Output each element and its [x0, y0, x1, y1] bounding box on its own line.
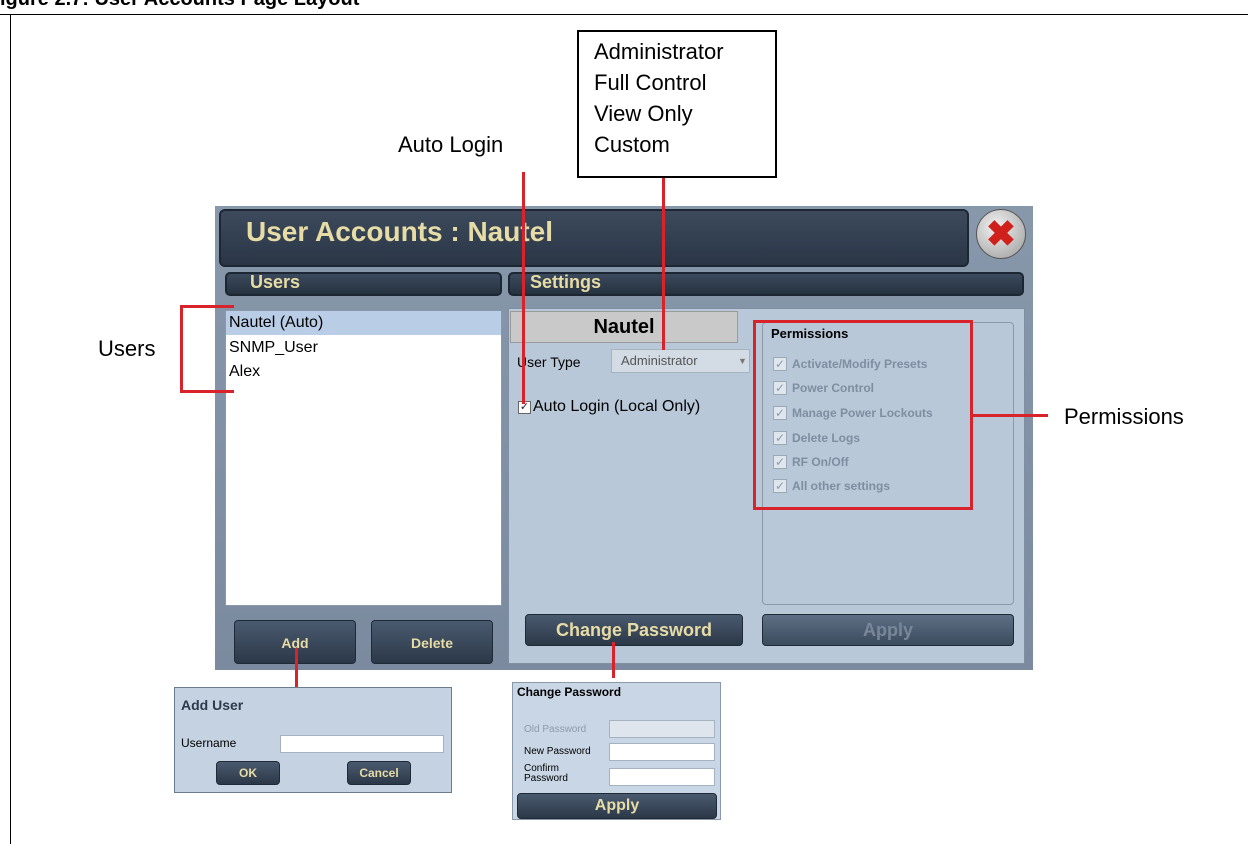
users-bracket-vertical: [180, 305, 183, 393]
old-password-input[interactable]: [609, 720, 715, 738]
users-callout: Users: [98, 336, 156, 361]
figure-title: igure 2.7: User Accounts Page Layout: [0, 0, 359, 11]
change-password-callout-line: [612, 642, 615, 678]
auto-login-callout-line: [522, 172, 525, 404]
new-password-label: New Password: [524, 746, 591, 757]
selected-user-name: Nautel: [510, 311, 738, 343]
add-user-dialog-title: Add User: [181, 697, 244, 713]
confirm-password-input[interactable]: [609, 768, 715, 786]
auto-login-callout: Auto Login: [398, 132, 504, 157]
auto-login-label: Auto Login (Local Only): [533, 398, 701, 415]
close-icon[interactable]: ✖: [976, 209, 1026, 259]
old-password-label: Old Password: [524, 724, 587, 735]
user-list-item[interactable]: SNMP_User: [226, 336, 501, 360]
page-frame-left: [10, 14, 11, 844]
permissions-callout-line: [973, 414, 1048, 417]
users-bracket-top: [180, 305, 234, 308]
username-input[interactable]: [280, 735, 444, 753]
users-bracket-bottom: [180, 390, 234, 393]
delete-user-button[interactable]: Delete: [371, 620, 493, 664]
page-frame-top: [0, 14, 1248, 15]
users-header: Users: [250, 272, 301, 292]
user-type-label: User Type: [517, 354, 581, 370]
change-password-button[interactable]: Change Password: [525, 614, 743, 646]
new-password-input[interactable]: [609, 743, 715, 761]
change-password-apply-button[interactable]: Apply: [517, 793, 717, 819]
settings-header: Settings: [530, 272, 602, 292]
confirm-password-label: Confirm Password: [524, 763, 568, 784]
change-password-dialog-title: Change Password: [517, 685, 622, 699]
user-list-item-selected[interactable]: Nautel (Auto): [226, 311, 501, 335]
username-label: Username: [181, 736, 237, 750]
user-type-callout-line: [662, 178, 665, 350]
window-title: User Accounts : Nautel: [246, 216, 554, 247]
permissions-callout: Permissions: [1064, 404, 1184, 429]
user-type-options-callout: Administrator Full Control View Only Cus…: [577, 30, 777, 178]
user-type-option: Full Control: [594, 70, 707, 95]
chevron-down-icon[interactable]: ▼: [735, 349, 750, 373]
user-type-option: Custom: [594, 132, 670, 157]
permissions-highlight-box: [753, 320, 973, 510]
ok-button[interactable]: OK: [216, 761, 280, 785]
add-user-callout-line: [295, 648, 298, 688]
user-type-select[interactable]: Administrator: [611, 349, 750, 373]
user-type-option: View Only: [594, 101, 693, 126]
user-list-item[interactable]: Alex: [226, 360, 501, 384]
user-type-option: Administrator: [594, 39, 724, 64]
cancel-button[interactable]: Cancel: [347, 761, 411, 785]
apply-button[interactable]: Apply: [762, 614, 1014, 646]
